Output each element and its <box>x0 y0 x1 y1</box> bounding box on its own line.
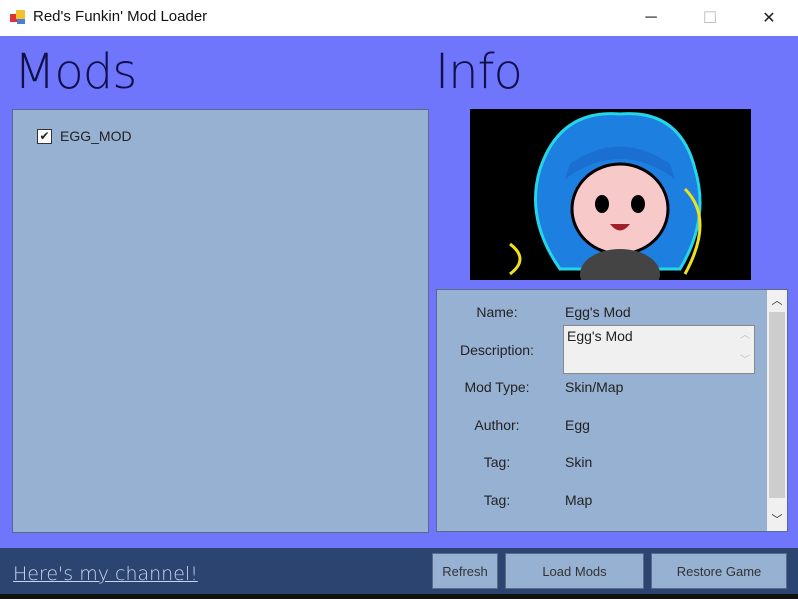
mods-list[interactable]: ✔ EGG_MOD <box>12 109 429 533</box>
taskbar-edge <box>0 594 798 599</box>
description-textbox[interactable]: Egg's Mod ︿ ﹀ <box>563 325 755 374</box>
mod-checkbox[interactable]: ✔ <box>37 128 52 144</box>
info-heading: Info <box>435 44 523 100</box>
author-value: Egg <box>565 417 590 433</box>
footer-bar: Here's my channel! Refresh Load Mods Res… <box>0 548 798 594</box>
app-icon <box>10 10 25 24</box>
mods-heading: Mods <box>14 44 137 100</box>
close-button[interactable]: ✕ <box>746 0 792 36</box>
description-label: Description: <box>460 342 534 358</box>
mod-type-value: Skin/Map <box>565 379 624 395</box>
mod-label: EGG_MOD <box>60 128 132 144</box>
name-value: Egg's Mod <box>565 304 631 320</box>
info-scrollbar[interactable]: ︿ ﹀ <box>767 290 787 531</box>
tag-value: Skin <box>565 454 593 470</box>
refresh-button[interactable]: Refresh <box>432 553 498 589</box>
mod-info-panel: Name: Egg's Mod Description: Egg's Mod ︿… <box>436 289 788 532</box>
load-mods-button[interactable]: Load Mods <box>505 553 644 589</box>
tag-label: Tag: <box>483 454 511 470</box>
title-bar: Red's Funkin' Mod Loader ─ ☐ ✕ <box>0 0 798 36</box>
scroll-up-icon[interactable]: ︿ <box>767 292 787 308</box>
mod-type-label: Mod Type: <box>464 379 530 395</box>
mod-item[interactable]: ✔ EGG_MOD <box>37 128 132 144</box>
tag-value: Map <box>565 492 593 508</box>
description-scrollbar[interactable]: ︿ ﹀ <box>736 326 754 373</box>
scrollbar-thumb[interactable] <box>769 312 785 498</box>
chevron-down-icon: ﹀ <box>740 355 750 366</box>
chevron-up-icon: ︿ <box>740 330 750 341</box>
minimize-button[interactable]: ─ <box>628 0 674 36</box>
name-label: Name: <box>476 304 518 320</box>
restore-game-button[interactable]: Restore Game <box>651 553 787 589</box>
author-label: Author: <box>474 417 520 433</box>
channel-link[interactable]: Here's my channel! <box>13 563 198 585</box>
maximize-button[interactable]: ☐ <box>687 0 733 36</box>
scroll-down-icon[interactable]: ﹀ <box>767 511 787 527</box>
window-title: Red's Funkin' Mod Loader <box>33 8 208 25</box>
description-value: Egg's Mod <box>567 328 633 344</box>
tag-label: Tag: <box>483 492 511 508</box>
mod-preview-image <box>470 109 751 280</box>
